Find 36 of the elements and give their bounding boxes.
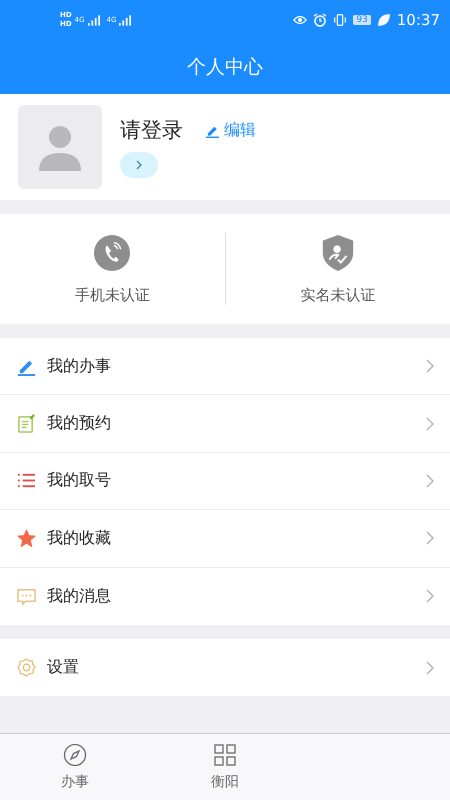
note-icon — [17, 414, 36, 434]
compass-icon — [63, 743, 87, 767]
menu-item[interactable]: 我的消息 — [0, 568, 450, 625]
tab-item[interactable]: 衡阳 — [150, 734, 300, 800]
login-prompt[interactable]: 请登录 — [120, 116, 183, 144]
clock-time: 10:37 — [396, 11, 440, 29]
chevron-icon — [426, 359, 434, 374]
profile-arrow-button[interactable] — [120, 152, 158, 178]
eye-icon — [293, 13, 308, 27]
chevron-icon — [426, 474, 434, 488]
menu-item[interactable]: 设置 — [0, 638, 450, 696]
verification-item[interactable]: 手机未认证 — [0, 234, 224, 304]
signal-icon — [88, 14, 100, 26]
menu-item[interactable]: 我的办事 — [0, 338, 450, 396]
chevron-icon — [426, 531, 434, 546]
chevron-icon — [134, 160, 144, 170]
vibrate-icon — [333, 13, 348, 27]
alarm-icon — [313, 13, 328, 27]
signal-icon — [119, 14, 132, 26]
page-title: 个人中心 — [187, 55, 263, 80]
message-icon — [17, 586, 36, 606]
verification-item[interactable]: 实名未认证 — [226, 234, 450, 304]
chevron-icon — [426, 589, 434, 604]
chevron-icon — [426, 660, 434, 675]
tab-item[interactable]: 办事 — [0, 734, 150, 800]
menu-item[interactable]: 我的预约 — [0, 395, 450, 453]
chevron-icon — [426, 416, 434, 431]
battery-indicator: 93 — [353, 15, 371, 25]
star-icon — [17, 528, 36, 548]
gear-icon — [17, 658, 36, 678]
avatar-icon — [18, 105, 102, 189]
leaf-icon — [376, 13, 391, 27]
grid-icon — [213, 743, 237, 767]
menu-item[interactable]: 我的收藏 — [0, 510, 450, 568]
menu-item[interactable]: 我的取号 — [0, 452, 450, 510]
phone-icon — [93, 234, 132, 272]
